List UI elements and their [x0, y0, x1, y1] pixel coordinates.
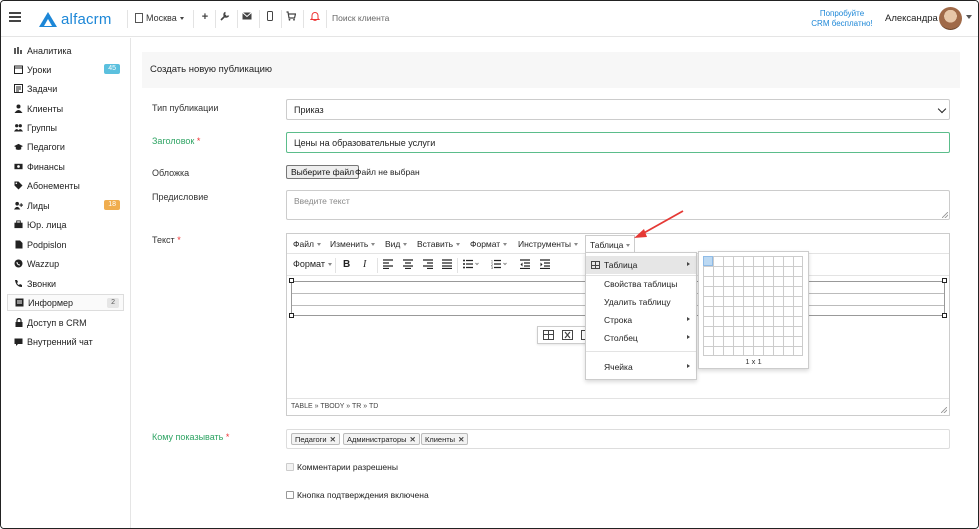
annotation-arrow-icon	[634, 210, 684, 238]
app-window: alfacrm Москва + Поиск клиента Попробуйт…	[0, 0, 979, 529]
annotation-arrow-line	[641, 210, 684, 235]
annotation-arrow-head	[634, 229, 647, 238]
